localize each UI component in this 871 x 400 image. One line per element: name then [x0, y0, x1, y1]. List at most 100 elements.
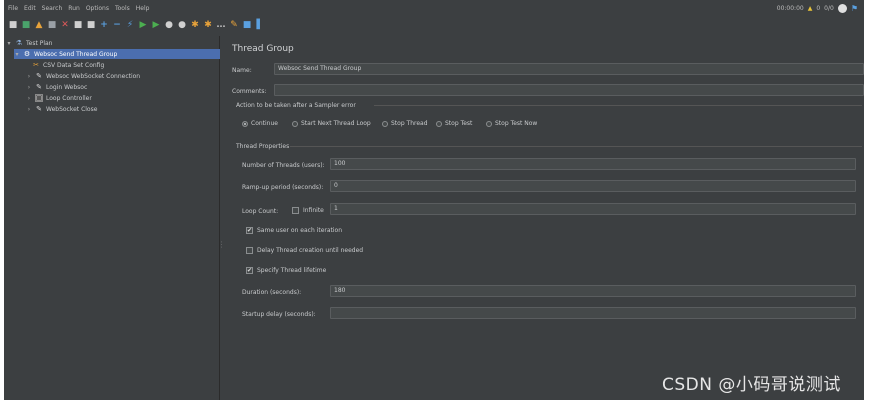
toggle-icon[interactable]: ⚡ — [125, 20, 135, 30]
function-helper-icon[interactable]: ▌ — [255, 20, 265, 30]
thread-group-panel: Thread Group Name: Websoc Send Thread Gr… — [222, 36, 864, 400]
radio-button[interactable] — [292, 120, 298, 127]
group-divider — [290, 146, 862, 147]
specify-thread-lifetime-checkbox[interactable]: ✔ Specify Thread lifetime — [246, 267, 326, 274]
menu-bar: File Edit Search Run Options Tools Help — [4, 3, 149, 15]
tree-node-label: Test Plan — [26, 39, 53, 47]
checkbox[interactable]: ✔ — [246, 227, 253, 234]
remote-start-icon[interactable]: ✱ — [190, 20, 200, 30]
config-element-icon: ✂ — [33, 61, 39, 69]
sampler-icon: ✎ — [36, 83, 42, 91]
menu-edit[interactable]: Edit — [24, 3, 36, 15]
expand-arrow-icon[interactable]: › — [26, 73, 32, 80]
loop-controller-icon: ▢ — [35, 94, 43, 102]
menu-run[interactable]: Run — [68, 3, 80, 15]
expand-icon[interactable]: + — [99, 20, 109, 30]
sampler-icon: ✎ — [36, 105, 42, 113]
collapse-icon[interactable]: − — [112, 20, 122, 30]
radio-stop-test-now[interactable]: Stop Test Now — [486, 120, 537, 127]
radio-button[interactable] — [436, 120, 442, 127]
elapsed-timer: 00:00:00 — [776, 5, 804, 12]
radio-label: Stop Test — [445, 120, 473, 127]
checkbox[interactable] — [292, 207, 299, 214]
radio-start-next-thread-loop[interactable]: Start Next Thread Loop — [292, 120, 371, 127]
infinite-checkbox[interactable]: Infinite — [292, 207, 324, 214]
warning-icon[interactable]: ▲ — [808, 5, 813, 12]
comments-label: Comments: — [232, 88, 267, 95]
comments-field[interactable] — [274, 84, 864, 96]
expand-arrow-icon[interactable]: › — [26, 106, 32, 113]
new-icon[interactable]: ■ — [8, 20, 18, 30]
rampup-field[interactable]: 0 — [330, 180, 856, 192]
menu-help[interactable]: Help — [136, 3, 150, 15]
expand-arrow-icon[interactable]: › — [26, 84, 32, 91]
loop-count-field[interactable]: 1 — [330, 203, 856, 215]
tree-node-login[interactable]: › ✎ Login Websoc — [26, 82, 87, 92]
threads-field[interactable]: 100 — [330, 158, 856, 170]
expand-arrow-icon[interactable]: › — [26, 95, 32, 102]
start-icon[interactable]: ▶ — [138, 20, 148, 30]
copy-icon[interactable]: ■ — [73, 20, 83, 30]
tree-node-loop-controller[interactable]: › ▢ Loop Controller — [26, 93, 92, 103]
checkbox[interactable]: ✔ — [246, 267, 253, 274]
thread-group-icon: ⚙ — [23, 50, 31, 58]
tree-node-label: Websoc Send Thread Group — [34, 50, 118, 58]
menu-file[interactable]: File — [8, 3, 18, 15]
group-divider — [374, 105, 862, 106]
tree-node-csv-data-set-config[interactable]: ✂ CSV Data Set Config — [32, 60, 104, 70]
tree-node-thread-group[interactable]: ▾ ⚙ Websoc Send Thread Group — [14, 49, 220, 59]
tree-node-label: WebSocket Close — [46, 105, 98, 113]
menu-tools[interactable]: Tools — [115, 3, 130, 15]
checkbox-label: Specify Thread lifetime — [257, 267, 327, 274]
name-field[interactable]: Websoc Send Thread Group — [274, 63, 864, 75]
save-icon[interactable]: ■ — [47, 20, 57, 30]
radio-label: Stop Test Now — [495, 120, 538, 127]
startup-delay-field[interactable] — [330, 307, 856, 319]
same-user-checkbox[interactable]: ✔ Same user on each iteration — [246, 227, 342, 234]
clear-icon[interactable]: ✱ — [203, 20, 213, 30]
toolbar: ■ ■ ▲ ■ ✕ ■ ■ + − ⚡ ▶ ▶ ● ● ✱ ✱… ✎ ■ ▌ — [4, 16, 864, 34]
stop-icon[interactable]: ● — [164, 20, 174, 30]
thread-properties-label: Thread Properties — [236, 143, 290, 150]
paste-icon[interactable]: ■ — [86, 20, 96, 30]
tree-node-websocket-connection[interactable]: › ✎ Websoc WebSocket Connection — [26, 71, 140, 81]
shutdown-icon[interactable]: ● — [177, 20, 187, 30]
duration-label: Duration (seconds): — [242, 289, 302, 296]
warning-count: 0 — [816, 5, 821, 12]
checkbox[interactable] — [246, 247, 253, 254]
checkbox-label: Delay Thread creation until needed — [257, 247, 364, 254]
loop-count-label: Loop Count: — [242, 208, 279, 215]
cut-icon[interactable]: ✕ — [60, 20, 70, 30]
radio-stop-thread[interactable]: Stop Thread — [382, 120, 428, 127]
radio-button[interactable] — [486, 120, 492, 127]
radio-button[interactable] — [382, 120, 388, 127]
collapse-arrow-icon[interactable]: ▾ — [6, 40, 12, 47]
error-action-group-label: Action to be taken after a Sampler error — [236, 102, 356, 109]
threads-label: Number of Threads (users): — [242, 162, 325, 169]
log-viewer-icon[interactable]: ⚑ — [851, 4, 858, 13]
radio-stop-test[interactable]: Stop Test — [436, 120, 472, 127]
radio-continue[interactable]: Continue — [242, 120, 278, 127]
jmeter-window: File Edit Search Run Options Tools Help … — [4, 0, 864, 400]
duration-field[interactable]: 180 — [330, 285, 856, 297]
rampup-label: Ramp-up period (seconds): — [242, 184, 324, 191]
open-icon[interactable]: ▲ — [34, 20, 44, 30]
start-no-pause-icon[interactable]: ▶ — [151, 20, 161, 30]
test-plan-icon: ⚗ — [15, 39, 23, 47]
radio-button[interactable] — [242, 120, 248, 127]
clear-all-icon[interactable]: … — [216, 20, 226, 30]
delay-thread-creation-checkbox[interactable]: Delay Thread creation until needed — [246, 247, 363, 254]
tree-node-label: CSV Data Set Config — [43, 61, 105, 69]
templates-icon[interactable]: ■ — [21, 20, 31, 30]
radio-label: Start Next Thread Loop — [301, 120, 371, 127]
menu-options[interactable]: Options — [86, 3, 109, 15]
tree-node-test-plan[interactable]: ▾ ⚗ Test Plan — [6, 38, 53, 48]
search-icon[interactable]: ✎ — [229, 20, 239, 30]
tree-node-label: Websoc WebSocket Connection — [46, 72, 141, 80]
menu-search[interactable]: Search — [42, 3, 63, 15]
radio-label: Stop Thread — [391, 120, 428, 127]
panel-title: Thread Group — [232, 44, 294, 54]
tree-node-websocket-close[interactable]: › ✎ WebSocket Close — [26, 104, 98, 114]
reset-search-icon[interactable]: ■ — [242, 20, 252, 30]
collapse-arrow-icon[interactable]: ▾ — [14, 51, 20, 58]
